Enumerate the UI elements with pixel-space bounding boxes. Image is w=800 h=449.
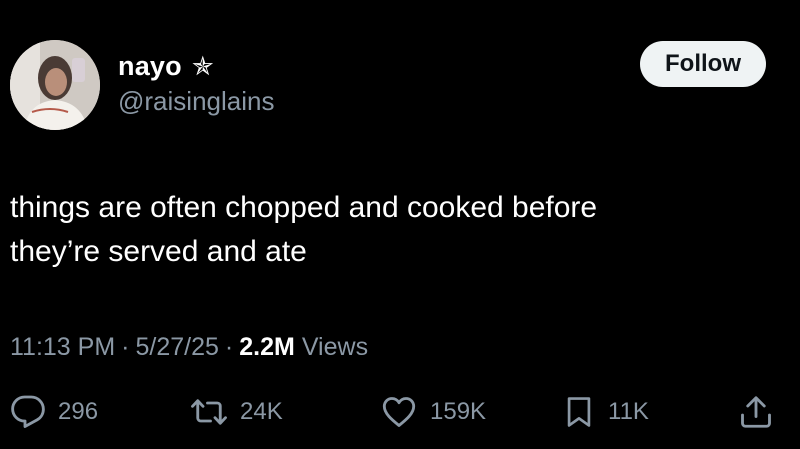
repost-count: 24K (240, 398, 283, 425)
like-count: 159K (430, 398, 487, 425)
tweet-text-line-2: they’re served and ate (10, 235, 307, 268)
tweet-date[interactable]: 5/27/25 (135, 333, 218, 362)
avatar[interactable] (10, 40, 100, 130)
like-button[interactable]: 159K (380, 390, 486, 434)
avatar-photo (10, 40, 100, 130)
heart-icon (382, 397, 416, 427)
tweet-time[interactable]: 11:13 PM (10, 333, 115, 362)
views-count: 2.2M (239, 332, 295, 361)
follow-button[interactable]: Follow (640, 41, 766, 87)
tweet-text-line-1: things are often chopped and cooked befo… (10, 191, 598, 224)
reply-button[interactable]: 296 (10, 390, 98, 434)
bookmark-count: 11K (608, 398, 649, 425)
repost-arrows-icon (191, 399, 227, 425)
display-name[interactable]: nayo (118, 51, 182, 82)
views-label: Views (301, 332, 369, 361)
user-handle[interactable]: @raisinglains (118, 86, 274, 117)
author-name-row: nayo ✯ (118, 48, 214, 84)
tweet-text: things are often chopped and cooked befo… (10, 186, 770, 274)
bookmark-icon (567, 397, 591, 427)
meta-separator: · (121, 332, 130, 361)
star-icon: ✯ (191, 51, 214, 81)
tweet-meta: 11:13 PM · 5/27/25 · 2.2M Views (10, 328, 368, 366)
share-upload-icon (741, 396, 771, 428)
repost-button[interactable]: 24K (190, 390, 283, 434)
reply-count: 296 (58, 398, 99, 425)
meta-separator: · (224, 332, 234, 361)
bookmark-button[interactable]: 11K (562, 390, 649, 434)
speech-bubble-icon (11, 395, 45, 428)
share-button[interactable] (738, 390, 774, 434)
action-bar: 296 24K 159K 11K (0, 390, 800, 434)
